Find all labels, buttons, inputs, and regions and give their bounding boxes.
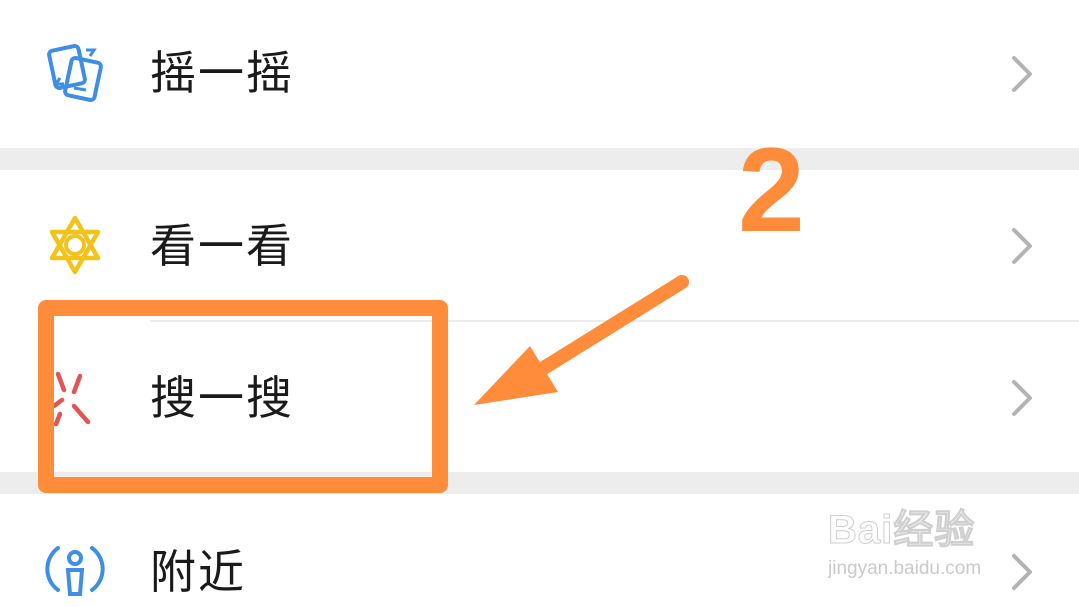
chevron-right-icon (1004, 52, 1038, 96)
step-number: 2 (738, 123, 805, 257)
chevron-right-icon (1004, 376, 1038, 420)
menu-item-shake[interactable]: 摇一摇 (0, 0, 1079, 148)
chevron-right-icon (1004, 224, 1038, 268)
section-separator (0, 148, 1079, 170)
watermark-url: jingyan.baidu.com (828, 558, 982, 579)
menu-item-label: 附近 (150, 545, 246, 599)
menu-item-label: 看一看 (150, 219, 294, 273)
nearby-icon (40, 534, 110, 604)
highlight-box (38, 300, 448, 493)
watermark-logo: Bai经验 (827, 508, 976, 553)
watermark: Bai经验 jingyan.baidu.com (827, 488, 1028, 588)
menu-item-label: 摇一摇 (150, 46, 294, 100)
arrow-icon (460, 260, 700, 420)
shake-icon (40, 38, 110, 108)
top-stories-icon (40, 210, 110, 280)
